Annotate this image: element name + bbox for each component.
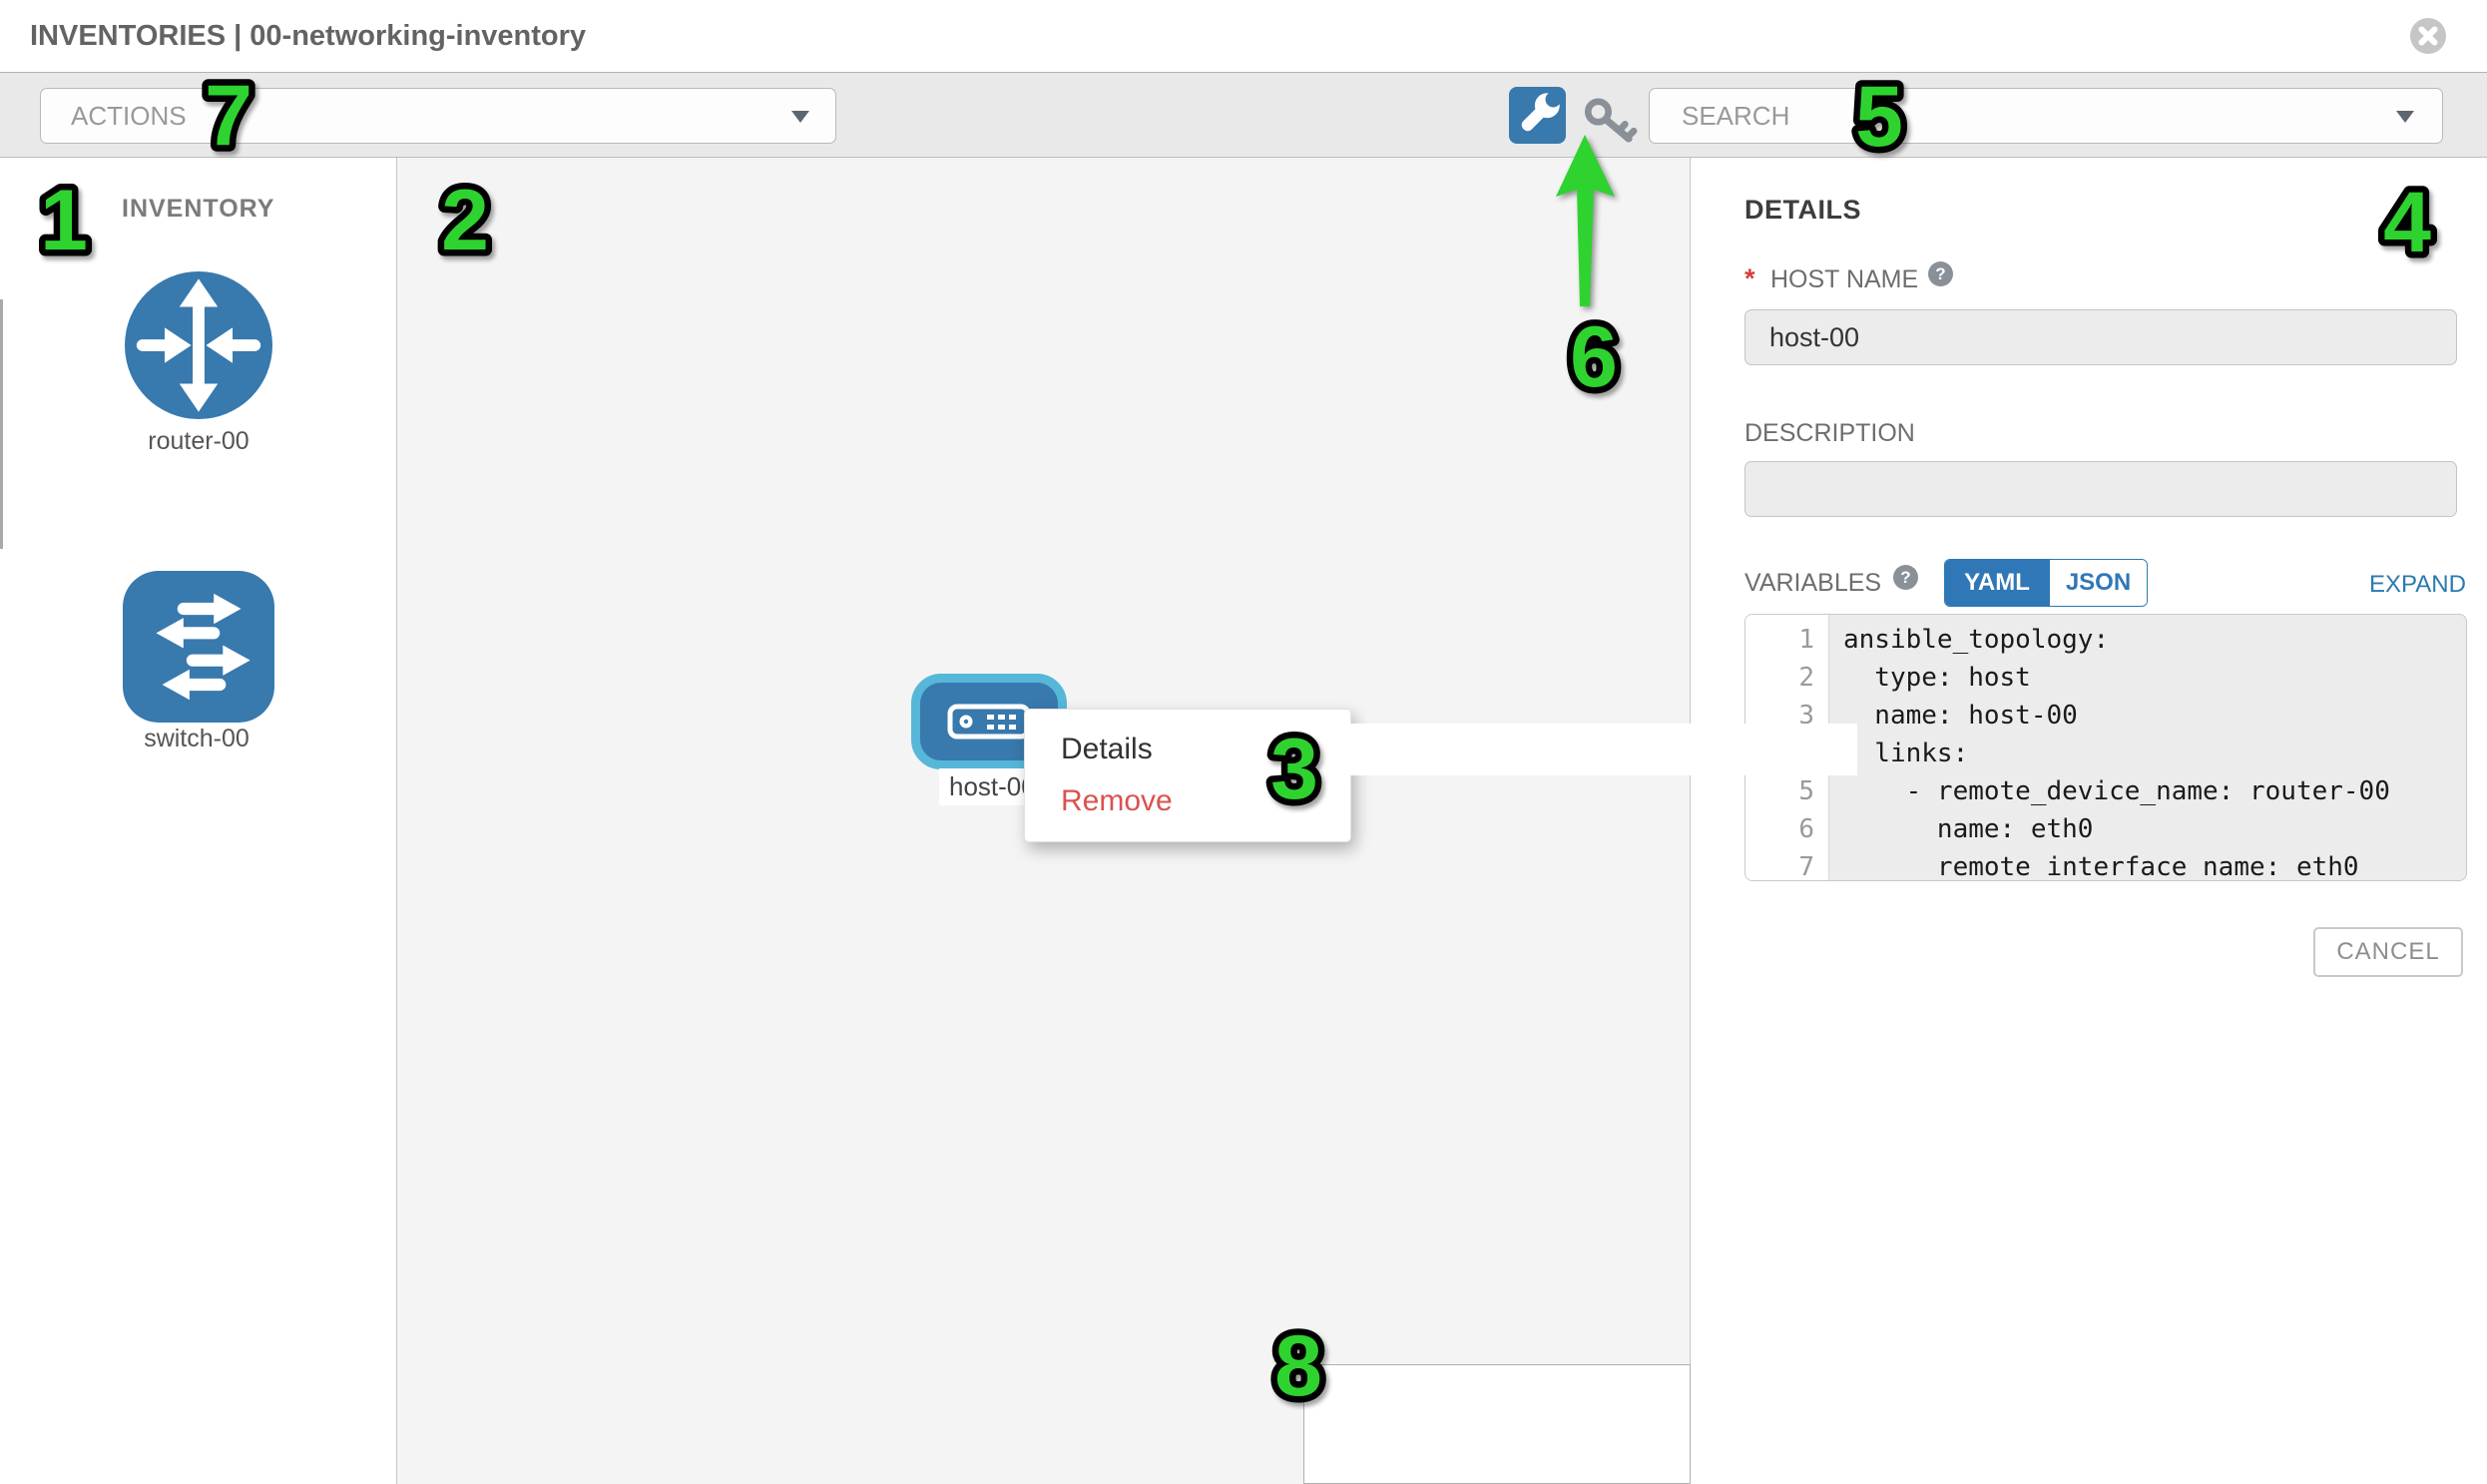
variables-label: VARIABLES — [1744, 569, 1881, 598]
code-line: - remote_device_name: router-00 — [1843, 772, 2466, 810]
actions-dropdown-label: ACTIONS — [71, 89, 187, 143]
description-label: DESCRIPTION — [1744, 419, 1915, 448]
search-dropdown[interactable]: SEARCH — [1649, 88, 2443, 144]
editor-code-area[interactable]: ansible_topology: type: host name: host-… — [1829, 615, 2466, 880]
page-title: INVENTORIES | 00-networking-inventory — [30, 0, 586, 72]
device-router-icon[interactable] — [125, 271, 272, 419]
close-icon[interactable] — [2409, 17, 2447, 55]
key-icon[interactable] — [1582, 96, 1644, 144]
context-menu-item-details[interactable]: Details — [1025, 724, 1857, 775]
cancel-button[interactable]: CANCEL — [2313, 927, 2463, 977]
code-line: type: host — [1843, 659, 2466, 697]
device-router-label: router-00 — [125, 427, 272, 456]
toolbar-wrench-button[interactable] — [1509, 87, 1566, 144]
host-icon — [947, 704, 1031, 740]
device-switch-icon[interactable] — [123, 571, 274, 723]
host-name-input[interactable] — [1744, 309, 2457, 365]
expand-link[interactable]: EXPAND — [2369, 571, 2466, 599]
required-asterisk: * — [1744, 263, 1755, 294]
details-heading: DETAILS — [1744, 195, 1861, 226]
chevron-down-icon — [2396, 111, 2414, 123]
actions-dropdown[interactable]: ACTIONS — [40, 88, 836, 144]
description-input[interactable] — [1744, 461, 2457, 517]
device-switch-label: switch-00 — [123, 725, 270, 753]
variables-format-toggle: YAML JSON — [1944, 559, 2148, 607]
zoom-panel — [1303, 1364, 1691, 1484]
toggle-json-button[interactable]: JSON — [2049, 560, 2147, 606]
code-line: name: host-00 — [1843, 697, 2466, 735]
help-icon[interactable]: ? — [1893, 565, 1918, 590]
toggle-yaml-button[interactable]: YAML — [1945, 560, 2049, 606]
sidebar-scrollbar[interactable] — [0, 299, 3, 549]
wrench-icon — [1509, 87, 1566, 144]
chevron-down-icon — [791, 111, 809, 123]
context-menu: Details Remove — [1024, 709, 1351, 842]
help-icon[interactable]: ? — [1928, 261, 1953, 286]
host-name-label: HOST NAME — [1770, 265, 1918, 294]
code-line: links: — [1843, 735, 2466, 772]
code-line: remote_interface_name: eth0 — [1843, 848, 2466, 881]
search-dropdown-placeholder: SEARCH — [1682, 89, 1789, 143]
code-line: ansible_topology: — [1843, 621, 2466, 659]
code-line: name: eth0 — [1843, 810, 2466, 848]
context-menu-item-remove[interactable]: Remove — [1025, 775, 1350, 827]
inventory-header: INVENTORY — [122, 195, 274, 224]
title-bar: INVENTORIES | 00-networking-inventory — [0, 0, 2487, 72]
